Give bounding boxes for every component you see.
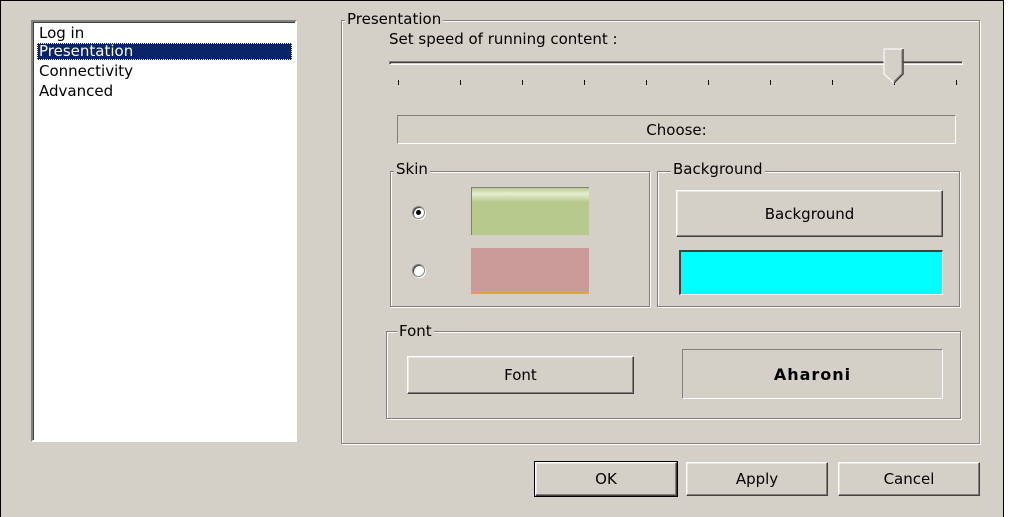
apply-button[interactable]: Apply <box>686 462 828 496</box>
skin-swatch-pink[interactable] <box>471 248 589 294</box>
slider-tick <box>708 80 709 85</box>
list-item-presentation[interactable]: Presentation <box>37 43 292 60</box>
skin-swatch-green[interactable] <box>471 187 589 235</box>
slider-tick <box>646 80 647 85</box>
choose-box: Choose: <box>397 115 956 144</box>
skin-group-title: Skin <box>394 160 430 178</box>
cancel-button[interactable]: Cancel <box>838 462 980 496</box>
speed-slider-thumb[interactable] <box>882 48 906 84</box>
slider-tick <box>522 80 523 85</box>
font-preview-box: Aharoni <box>682 349 943 399</box>
ok-button-label: OK <box>595 470 617 488</box>
apply-button-label: Apply <box>735 470 779 488</box>
ok-button[interactable]: OK <box>534 461 678 497</box>
list-item-advanced[interactable]: Advanced <box>37 83 292 100</box>
background-button[interactable]: Background <box>676 190 943 237</box>
category-list[interactable]: Log in Presentation Connectivity Advance… <box>31 20 297 442</box>
list-item-connectivity[interactable]: Connectivity <box>37 63 292 80</box>
skin-radio-pink[interactable] <box>412 264 425 277</box>
cancel-button-label: Cancel <box>883 470 935 488</box>
slider-tick <box>584 80 585 85</box>
slider-tick <box>956 80 957 85</box>
slider-tick <box>832 80 833 85</box>
list-item-log-in[interactable]: Log in <box>37 25 292 42</box>
background-color-preview <box>679 250 943 295</box>
presentation-group-title: Presentation <box>345 10 444 28</box>
font-button-label: Font <box>504 366 537 384</box>
speed-slider-track[interactable] <box>389 61 963 65</box>
slider-tick <box>460 80 461 85</box>
font-group-title: Font <box>397 322 434 340</box>
slider-tick <box>398 80 399 85</box>
skin-radio-green[interactable] <box>412 206 425 219</box>
font-button[interactable]: Font <box>407 356 634 394</box>
speed-label: Set speed of running content : <box>389 30 618 48</box>
choose-label: Choose: <box>646 120 707 139</box>
background-button-label: Background <box>764 204 855 223</box>
background-group-title: Background <box>671 160 765 178</box>
font-preview-text: Aharoni <box>773 364 852 384</box>
slider-tick <box>770 80 771 85</box>
